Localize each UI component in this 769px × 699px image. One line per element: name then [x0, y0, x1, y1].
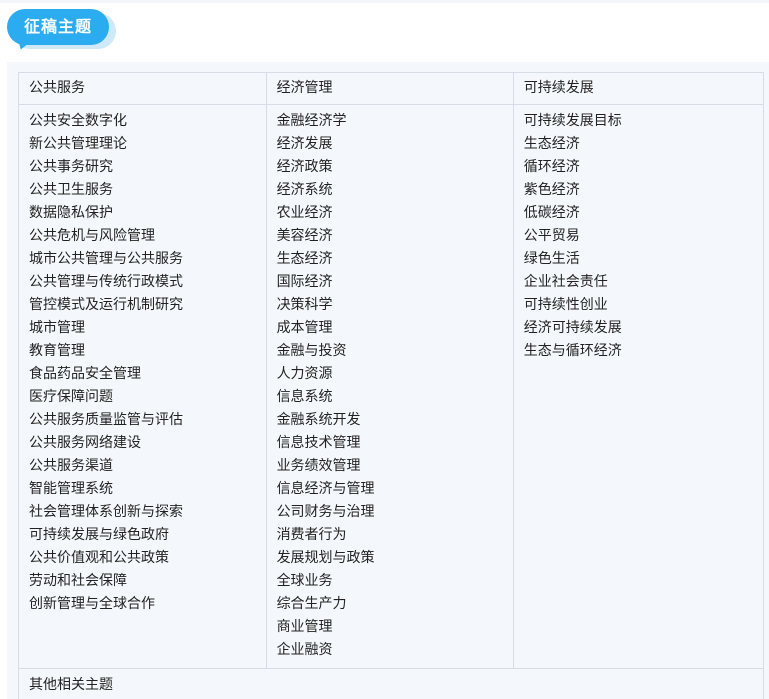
topics-panel: 公共服务 经济管理 可持续发展 公共安全数字化 新公共管理理论 公共事务研究 公共卫生… — [7, 62, 769, 699]
topic-item: 可持续发展与绿色政府 — [29, 527, 169, 543]
other-topics: 其他相关主题 — [18, 668, 764, 699]
topic-item: 新公共管理理论 — [29, 136, 127, 152]
topic-item: 公共价值观和公共政策 — [29, 550, 169, 566]
topic-item: 金融系统开发 — [276, 412, 361, 428]
topic-item: 社会管理体系创新与探索 — [29, 504, 183, 520]
topic-item: 信息技术管理 — [276, 435, 361, 451]
topic-item: 业务绩效管理 — [276, 458, 361, 474]
table-header-row: 公共服务 经济管理 可持续发展 — [18, 72, 765, 105]
topic-item: 公共事务研究 — [29, 159, 113, 175]
topics-table: 公共服务 经济管理 可持续发展 公共安全数字化 新公共管理理论 公共事务研究 公共卫生… — [18, 72, 765, 699]
topic-item: 综合生产力 — [276, 596, 347, 612]
topic-item: 紫色经济 — [523, 182, 580, 198]
topic-list-sustainable-development: 可持续发展目标 生态经济循环经济紫色经济低碳经济公平贸易绿色生活企业社会责任 可持续… — [512, 104, 765, 669]
topic-item: 食品药品安全管理 — [29, 366, 141, 382]
topic-item: 公平贸易 — [523, 228, 580, 244]
topic-item: 经济政策 — [276, 159, 333, 175]
top-divider — [0, 0, 769, 3]
topic-item: 城市管理 — [29, 320, 85, 336]
topic-item: 公共服务渠道 — [29, 458, 113, 474]
topic-item: 农业经济 — [276, 205, 333, 221]
topic-list-economic-management: 金融经济学经济发展经济政策经济系统农业经济美容经济生态经济国际经济决策科学成本管… — [265, 104, 514, 669]
topic-item: 绿色生活 — [523, 251, 580, 267]
topic-item: 人力资源 — [276, 366, 333, 382]
topic-item: 医疗保障问题 — [29, 389, 113, 405]
topic-item: 公共服务网络建设 — [29, 435, 141, 451]
topic-item: 商业管理 — [276, 619, 333, 635]
topic-item: 循环经济 — [523, 159, 580, 175]
topic-item: 经济可持续发展 — [523, 320, 622, 336]
topic-item: 生态经济 — [523, 136, 580, 152]
topic-item: 低碳经济 — [523, 205, 580, 221]
table-row: 公共安全数字化 新公共管理理论 公共事务研究 公共卫生服务 数据隐私保护公共危机与风险管… — [18, 104, 765, 669]
topic-item: 公共安全数字化 — [29, 113, 127, 129]
topic-item: 经济发展 — [276, 136, 333, 152]
column-header-economic-management: 经济管理 — [265, 72, 514, 105]
topic-item: 生态与循环经济 — [523, 343, 622, 359]
topic-item: 消费者行为 — [276, 527, 347, 543]
topic-item: 企业社会责任 — [523, 274, 608, 290]
topic-item: 金融与投资 — [276, 343, 347, 359]
topic-item: 成本管理 — [276, 320, 333, 336]
column-header-sustainable-development: 可持续发展 — [512, 72, 765, 105]
page: 征稿主题 公共服务 经济管理 可持续发展 公共安全数字化 新公共管理理论 公共事务研… — [0, 0, 769, 699]
topic-item: 经济系统 — [276, 182, 333, 198]
topic-item: 发展规划与政策 — [276, 550, 375, 566]
topic-item: 可持续发展目标 — [523, 113, 622, 129]
topic-item: 美容经济 — [276, 228, 333, 244]
topic-item: 公司财务与治理 — [276, 504, 375, 520]
topic-item: 城市公共管理与公共服务 — [29, 251, 183, 267]
topic-item: 智能管理系统 — [29, 481, 113, 497]
section-title: 征稿主题 — [7, 9, 109, 45]
topic-item: 信息经济与管理 — [276, 481, 375, 497]
topic-list-public-service: 公共安全数字化 新公共管理理论 公共事务研究 公共卫生服务 数据隐私保护公共危机与风险管… — [18, 104, 267, 669]
topic-item: 信息系统 — [276, 389, 333, 405]
topic-item: 公共危机与风险管理 — [29, 228, 155, 244]
topic-item: 数据隐私保护 — [29, 205, 113, 221]
topic-item: 国际经济 — [276, 274, 333, 290]
topic-item: 公共卫生服务 — [29, 182, 113, 198]
topic-item: 劳动和社会保障 — [29, 573, 127, 589]
column-header-public-service: 公共服务 — [18, 72, 267, 105]
topic-item: 可持续性创业 — [523, 297, 608, 313]
topic-item: 教育管理 — [29, 343, 85, 359]
topic-item: 管控模式及运行机制研究 — [29, 297, 183, 313]
topic-item: 创新管理与全球合作 — [29, 596, 155, 612]
topic-item: 公共服务质量监管与评估 — [29, 412, 183, 428]
topic-item: 生态经济 — [276, 251, 333, 267]
topic-item: 公共管理与传统行政模式 — [29, 274, 183, 290]
topic-item: 金融经济学 — [276, 113, 347, 129]
topic-item: 企业融资 — [276, 642, 333, 658]
topic-item: 全球业务 — [276, 573, 333, 589]
table-footer-row: 其他相关主题 — [18, 668, 764, 699]
topic-item: 决策科学 — [276, 297, 333, 313]
